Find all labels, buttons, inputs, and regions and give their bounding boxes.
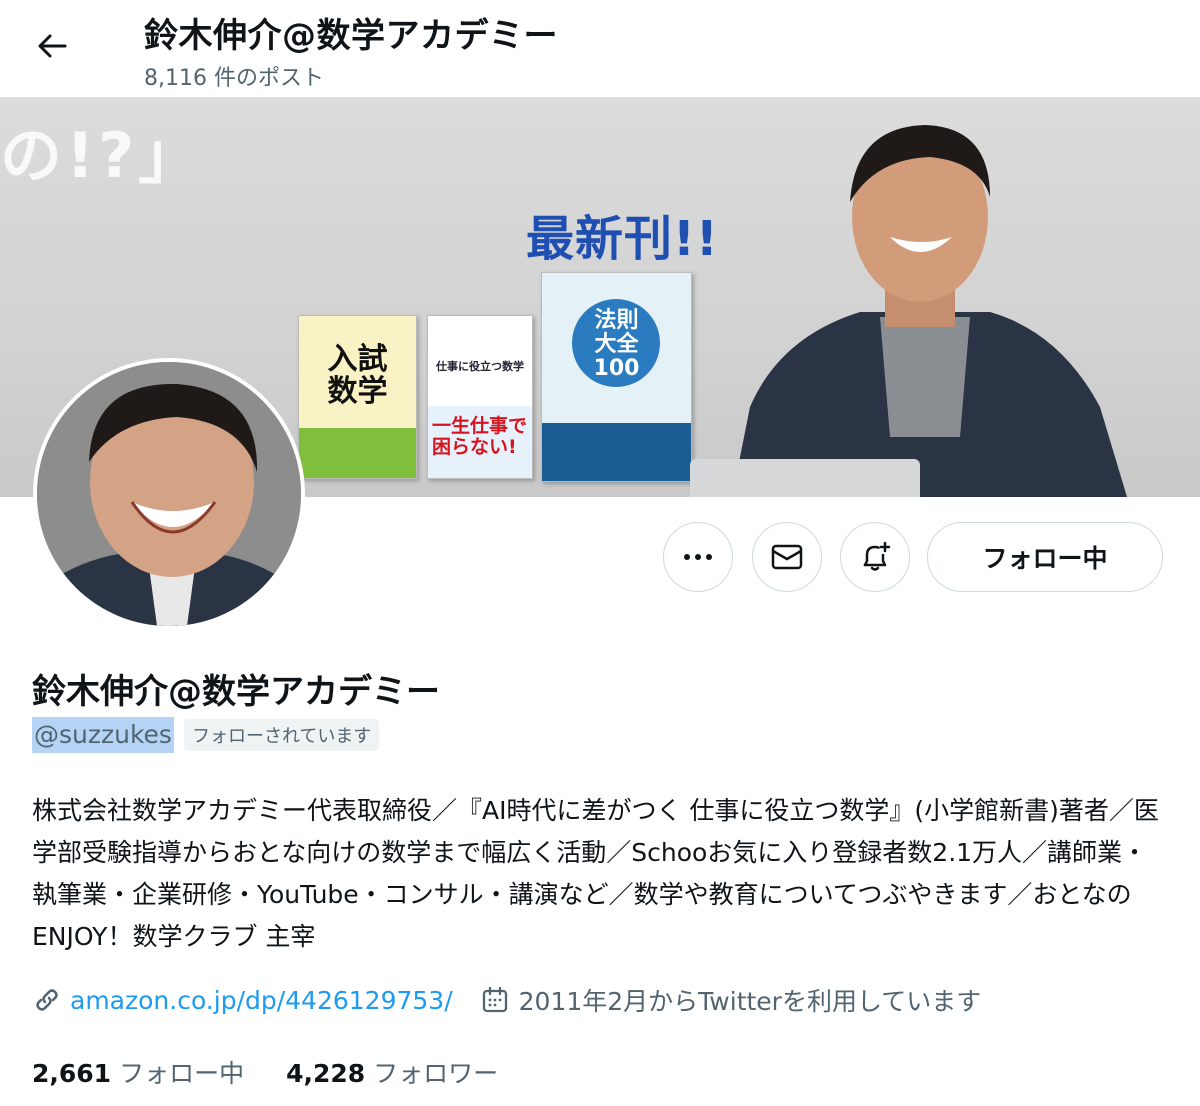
bell-plus-icon: [863, 541, 891, 571]
more-dots-icon: [684, 554, 712, 560]
banner-laptop: [690, 459, 920, 497]
arrow-left-icon: [38, 34, 67, 58]
followers-label: フォロワー: [373, 1059, 499, 1088]
followers-stat[interactable]: 4,228 フォロワー: [286, 1054, 498, 1090]
message-button[interactable]: [752, 522, 822, 592]
banner-corner-text: の!?」: [0, 119, 205, 192]
book-3-title: 法則 大全 100: [593, 308, 640, 381]
book-3-band: [542, 423, 691, 481]
profile-joined-text: 2011年2月からTwitterを利用しています: [518, 987, 982, 1016]
post-count: 8,116 件のポスト: [144, 66, 324, 91]
top-bar: 鈴木伸介@数学アカデミー 8,116 件のポスト: [0, 0, 1200, 97]
profile-joined: 2011年2月からTwitterを利用しています: [481, 982, 982, 1018]
banner-person-photo: [732, 125, 1127, 497]
link-icon: [36, 989, 58, 1011]
book-cover-1: 入試 数学: [298, 315, 417, 479]
calendar-icon: [482, 986, 507, 1013]
profile-handle: @suzzukes: [32, 717, 174, 753]
profile-avatar[interactable]: [33, 358, 305, 630]
book-2-highlight: 一生仕事で 困らない!: [432, 415, 528, 458]
handle-row: @suzzukes フォローされています: [32, 717, 380, 753]
profile-bio: 株式会社数学アカデミー代表取締役／『AI時代に差がつく 仕事に役立つ数学』(小学…: [32, 796, 1159, 951]
notify-button[interactable]: [840, 522, 910, 592]
book-cover-2: 仕事に役立つ数学 一生仕事で 困らない!: [427, 315, 533, 479]
profile-name: 鈴木伸介@数学アカデミー: [32, 672, 440, 712]
follow-stats: 2,661 フォロー中 4,228 フォロワー: [32, 1054, 498, 1090]
following-button[interactable]: フォロー中: [927, 522, 1163, 592]
profile-link[interactable]: amazon.co.jp/dp/4426129753/: [32, 985, 453, 1015]
following-stat[interactable]: 2,661 フォロー中: [32, 1054, 244, 1090]
more-button[interactable]: [663, 522, 733, 592]
book-2-title: 仕事に役立つ数学: [436, 360, 524, 373]
envelope-icon: [771, 544, 803, 570]
profile-link-text[interactable]: amazon.co.jp/dp/4426129753/: [70, 986, 453, 1015]
follows-you-badge: フォローされています: [183, 719, 380, 751]
following-count: 2,661: [32, 1059, 112, 1088]
avatar-photo: [37, 362, 301, 626]
book-1-band: [299, 428, 416, 478]
back-button[interactable]: [24, 22, 80, 70]
following-label: フォロー中: [119, 1059, 245, 1088]
followers-count: 4,228: [286, 1059, 366, 1088]
book-cover-3: 法則 大全 100: [541, 272, 692, 482]
profile-meta: amazon.co.jp/dp/4426129753/ 2011年2月からTwi…: [32, 982, 981, 1018]
page-title: 鈴木伸介@数学アカデミー: [144, 16, 558, 56]
book-1-title: 入試 数学: [327, 342, 388, 409]
